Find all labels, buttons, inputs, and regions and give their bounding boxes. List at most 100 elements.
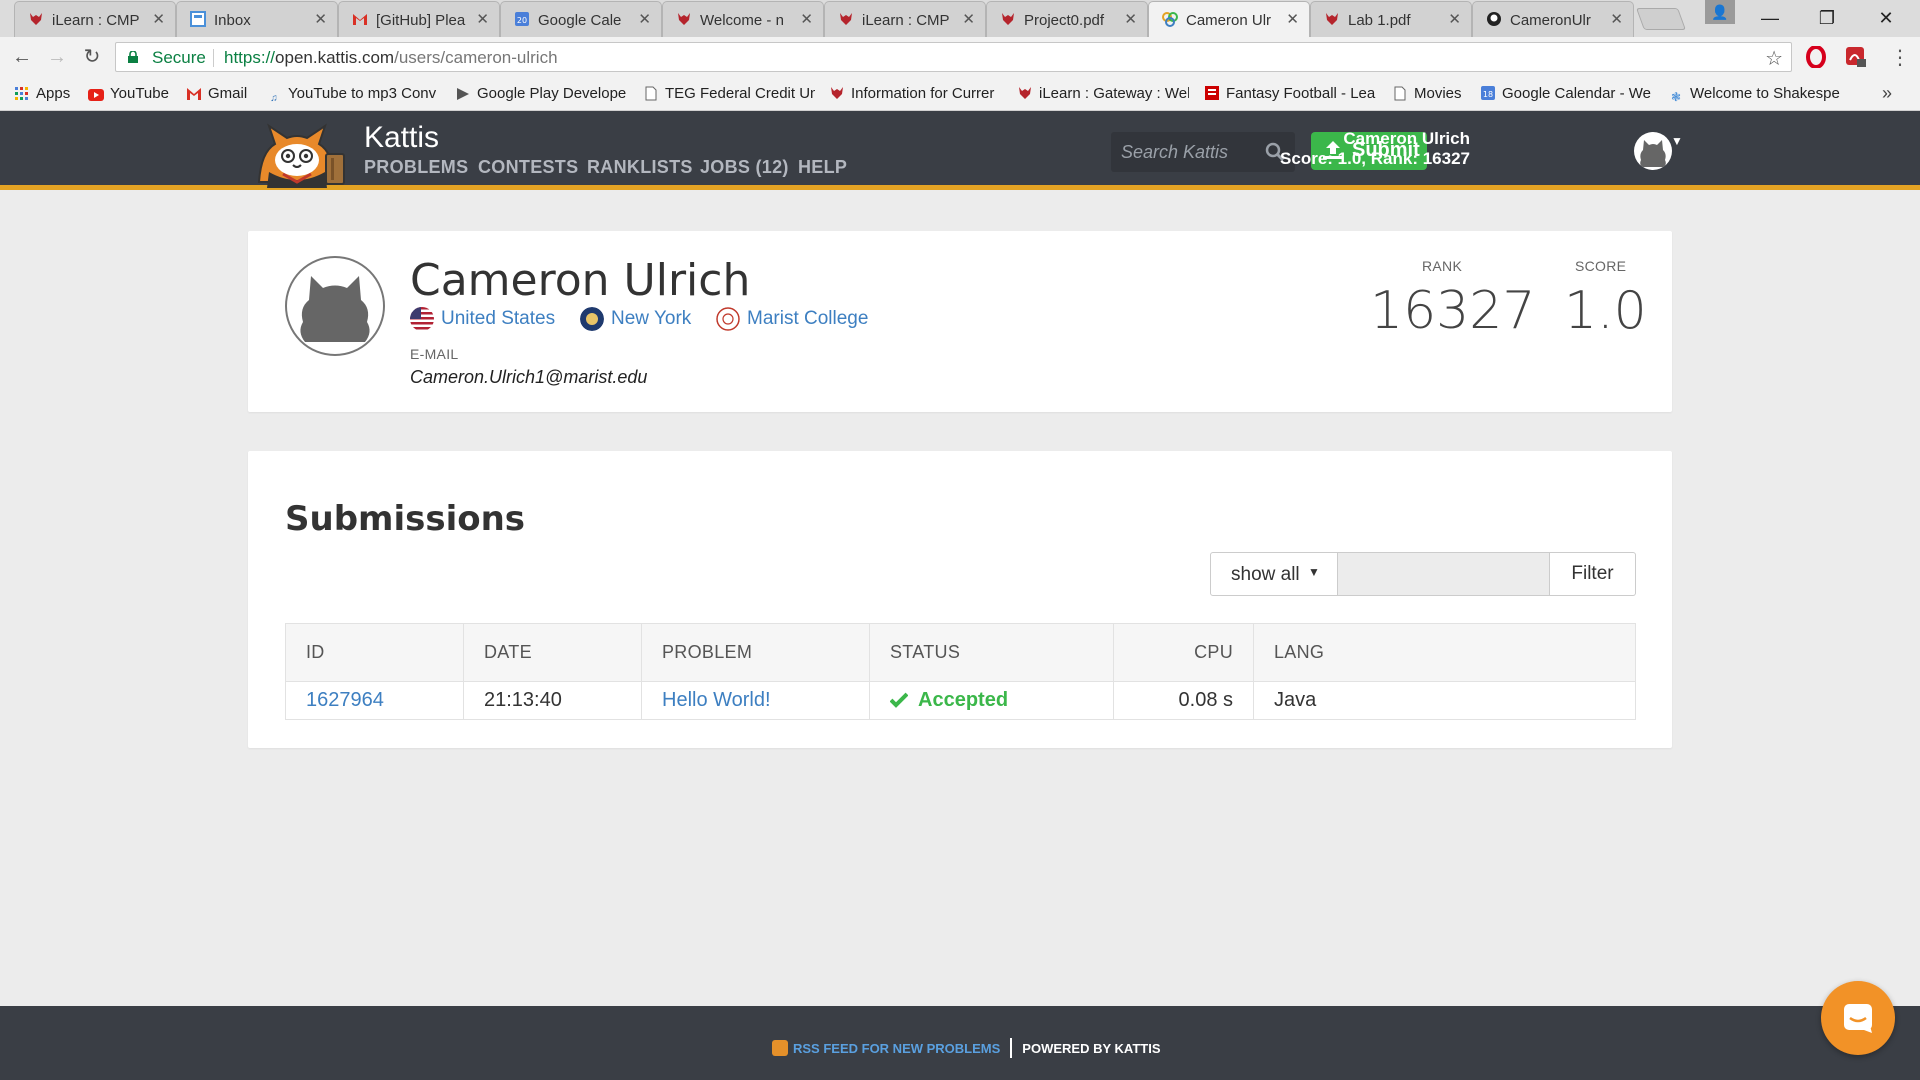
- default-avatar-icon: [300, 276, 370, 342]
- close-icon[interactable]: ✕: [1124, 10, 1137, 28]
- submission-date: 21:13:40: [463, 681, 642, 720]
- nav-ranklists[interactable]: RANKLISTS: [587, 157, 693, 178]
- pdf-extension-icon[interactable]: [1845, 46, 1867, 68]
- chat-launcher-button[interactable]: [1821, 981, 1895, 1055]
- school-label: Marist College: [747, 308, 869, 329]
- column-header-problem[interactable]: PROBLEM: [641, 623, 870, 682]
- problem-link[interactable]: Hello World!: [662, 689, 771, 711]
- kattis-icon: [1161, 11, 1179, 29]
- rss-feed-link[interactable]: RSS FEED FOR NEW PROBLEMS: [793, 1041, 1000, 1056]
- bookmark-information[interactable]: Information for Currer: [829, 85, 1001, 105]
- close-icon[interactable]: ✕: [962, 10, 975, 28]
- tab-title: Google Cale: [538, 12, 622, 29]
- column-header-status[interactable]: STATUS: [869, 623, 1114, 682]
- browser-tab[interactable]: iLearn : CMP ✕: [824, 1, 986, 37]
- minimize-icon[interactable]: —: [1748, 4, 1792, 32]
- nav-jobs[interactable]: JOBS (12): [700, 157, 789, 178]
- red-fox-icon: [1017, 85, 1033, 101]
- tab-title: Project0.pdf: [1024, 12, 1105, 29]
- new-tab-button[interactable]: [1635, 8, 1687, 30]
- close-icon[interactable]: ✕: [152, 10, 165, 28]
- browser-tab[interactable]: Welcome - n ✕: [662, 1, 824, 37]
- browser-tab-active[interactable]: Cameron Ulr ✕: [1148, 1, 1310, 37]
- gmail-icon: [351, 11, 369, 29]
- browser-tab[interactable]: Inbox ✕: [176, 1, 338, 37]
- problem-cell[interactable]: Hello World!: [641, 681, 870, 720]
- bookmark-google-play[interactable]: Google Play Develope: [455, 85, 627, 105]
- footer-links: RSS FEED FOR NEW PROBLEMS POWERED BY KATT…: [772, 1038, 1161, 1058]
- browser-tab[interactable]: CameronUlr ✕: [1472, 1, 1634, 37]
- reload-icon[interactable]: ↻: [80, 45, 104, 69]
- caret-down-icon: ▼: [1308, 565, 1320, 579]
- filter-dropdown[interactable]: show all ▼: [1210, 552, 1338, 596]
- bookmark-star-icon[interactable]: ☆: [1765, 46, 1783, 71]
- site-footer: RSS FEED FOR NEW PROBLEMS POWERED BY KATT…: [0, 1006, 1920, 1080]
- browser-tab[interactable]: Lab 1.pdf ✕: [1310, 1, 1472, 37]
- tab-title: CameronUlr: [1510, 12, 1591, 29]
- close-icon[interactable]: ✕: [476, 10, 489, 28]
- apps-grid-icon: [14, 87, 30, 103]
- bookmark-google-calendar[interactable]: 18 Google Calendar - We: [1480, 85, 1652, 105]
- column-header-id[interactable]: ID: [285, 623, 464, 682]
- column-header-cpu[interactable]: CPU: [1113, 623, 1254, 682]
- bookmark-gmail[interactable]: Gmail: [186, 85, 247, 105]
- shakespeare-icon: ❃: [1670, 90, 1682, 104]
- browser-tab[interactable]: 20 Google Cale ✕: [500, 1, 662, 37]
- close-icon[interactable]: ✕: [314, 10, 327, 28]
- filter-button[interactable]: Filter: [1550, 552, 1636, 596]
- avatar[interactable]: [1634, 132, 1672, 170]
- site-brand[interactable]: Kattis: [364, 121, 439, 155]
- submission-id-link[interactable]: 1627964: [306, 689, 384, 711]
- bookmark-youtube-mp3[interactable]: ♫ YouTube to mp3 Conv: [266, 85, 438, 105]
- close-icon[interactable]: ✕: [1286, 10, 1299, 28]
- chevron-down-icon[interactable]: ▼: [1671, 134, 1683, 148]
- browser-tab[interactable]: iLearn : CMP ✕: [14, 1, 176, 37]
- state-label: New York: [611, 308, 692, 329]
- profile-name: Cameron Ulrich: [410, 255, 751, 306]
- bookmark-teg[interactable]: TEG Federal Credit Un: [643, 85, 815, 105]
- bookmark-apps[interactable]: Apps: [14, 85, 70, 105]
- more-menu-icon[interactable]: ⋮: [1890, 45, 1910, 70]
- svg-text:18: 18: [1483, 90, 1493, 99]
- security-label: Secure: [152, 48, 206, 67]
- bookmark-movies[interactable]: Movies: [1392, 85, 1462, 105]
- bookmark-youtube[interactable]: YouTube: [88, 85, 169, 105]
- nav-contests[interactable]: CONTESTS: [478, 157, 578, 178]
- forward-arrow-icon[interactable]: →: [45, 45, 69, 69]
- more-bookmarks-icon[interactable]: »: [1882, 83, 1892, 104]
- column-header-date[interactable]: DATE: [463, 623, 642, 682]
- us-flag-icon: [410, 307, 434, 331]
- red-fox-icon: [1323, 11, 1341, 29]
- window-close-icon[interactable]: ✕: [1864, 4, 1908, 32]
- search-input[interactable]: Search Kattis: [1111, 132, 1295, 172]
- user-menu[interactable]: Cameron Ulrich Score: 1.0, Rank: 16327: [1280, 129, 1470, 169]
- powered-by-link[interactable]: POWERED BY KATTIS: [1022, 1041, 1160, 1056]
- rank-value: 16327: [1370, 281, 1536, 341]
- close-icon[interactable]: ✕: [1448, 10, 1461, 28]
- bookmark-ilearn[interactable]: iLearn : Gateway : Wel: [1017, 85, 1189, 105]
- column-header-lang[interactable]: LANG: [1253, 623, 1636, 682]
- close-icon[interactable]: ✕: [1610, 10, 1623, 28]
- browser-tab[interactable]: Project0.pdf ✕: [986, 1, 1148, 37]
- close-icon[interactable]: ✕: [638, 10, 651, 28]
- back-arrow-icon[interactable]: ←: [10, 45, 34, 69]
- kattis-logo[interactable]: [247, 122, 350, 188]
- bookmark-shakespeare[interactable]: ❃ Welcome to Shakespe: [1668, 85, 1840, 105]
- restore-icon[interactable]: ❐: [1805, 4, 1849, 32]
- submission-id-cell[interactable]: 1627964: [285, 681, 464, 720]
- close-icon[interactable]: ✕: [800, 10, 813, 28]
- nav-help[interactable]: HELP: [798, 157, 847, 178]
- score-value: 1.0: [1564, 281, 1647, 341]
- browser-tab[interactable]: [GitHub] Plea ✕: [338, 1, 500, 37]
- bookmark-fantasy-football[interactable]: Fantasy Football - Lea: [1204, 85, 1376, 105]
- page-icon: [643, 86, 659, 102]
- nav-problems[interactable]: PROBLEMS: [364, 157, 468, 178]
- opera-extension-icon[interactable]: [1805, 46, 1827, 68]
- filter-input[interactable]: [1338, 552, 1550, 596]
- language: Java: [1253, 681, 1636, 720]
- google-calendar-icon: 18: [1480, 85, 1496, 101]
- address-bar[interactable]: Secure https://open.kattis.com/users/cam…: [115, 42, 1792, 72]
- tab-title: iLearn : CMP: [862, 12, 950, 29]
- browser-profile-icon[interactable]: 👤: [1705, 0, 1735, 24]
- browser-toolbar: ← → ↻ Secure https://open.kattis.com/use…: [0, 37, 1920, 77]
